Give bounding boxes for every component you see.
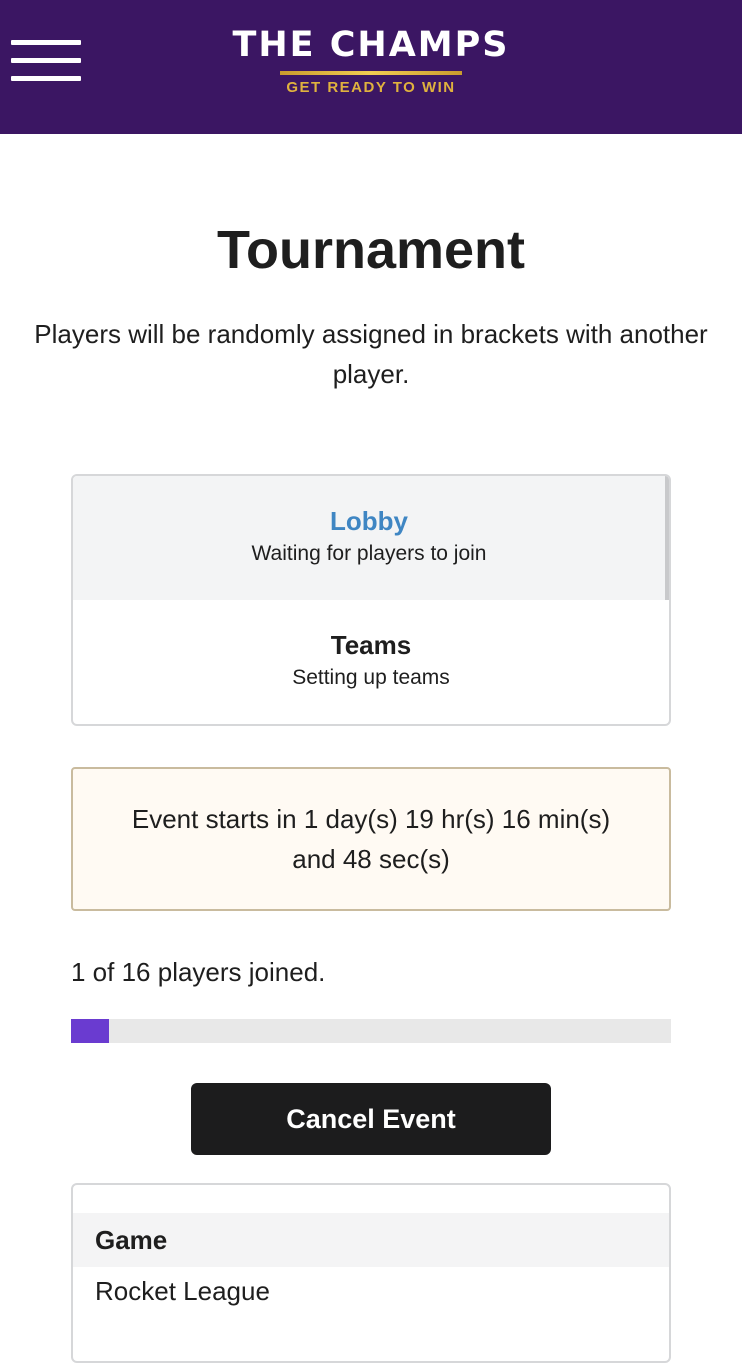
logo-tagline: GET READY TO WIN: [286, 79, 456, 96]
page-description: Players will be randomly assigned in bra…: [34, 319, 708, 389]
players-progress-bar: [71, 1019, 671, 1043]
players-progress-fill: [71, 1019, 109, 1043]
tournament-stages: Lobby Waiting for players to join Teams …: [71, 474, 671, 726]
game-header: Game: [73, 1213, 669, 1267]
menu-line: [11, 58, 81, 63]
game-value: Rocket League: [95, 1276, 270, 1306]
app-header: THE CHAMPS GET READY TO WIN: [0, 0, 742, 134]
stage-label: Teams: [330, 630, 412, 660]
logo-title: THE CHAMPS: [232, 25, 510, 65]
menu-line: [11, 40, 81, 45]
hamburger-menu-icon[interactable]: [11, 40, 81, 82]
stage-description: Setting up teams: [292, 666, 450, 689]
logo-underline: [280, 71, 462, 75]
event-details-card: Game Rocket League: [71, 1183, 671, 1363]
logo[interactable]: THE CHAMPS GET READY TO WIN: [230, 24, 512, 104]
stage-label: Lobby: [330, 506, 408, 536]
stage-lobby[interactable]: Lobby Waiting for players to join: [73, 476, 669, 600]
stage-teams[interactable]: Teams Setting up teams: [73, 600, 669, 724]
stage-description: Waiting for players to join: [251, 542, 487, 565]
cancel-event-button[interactable]: Cancel Event: [191, 1083, 551, 1155]
players-joined-text: 1 of 16 players joined.: [71, 957, 326, 987]
page-title: Tournament: [217, 220, 525, 280]
countdown-banner: Event starts in 1 day(s) 19 hr(s) 16 min…: [71, 767, 671, 911]
menu-line: [11, 76, 81, 81]
